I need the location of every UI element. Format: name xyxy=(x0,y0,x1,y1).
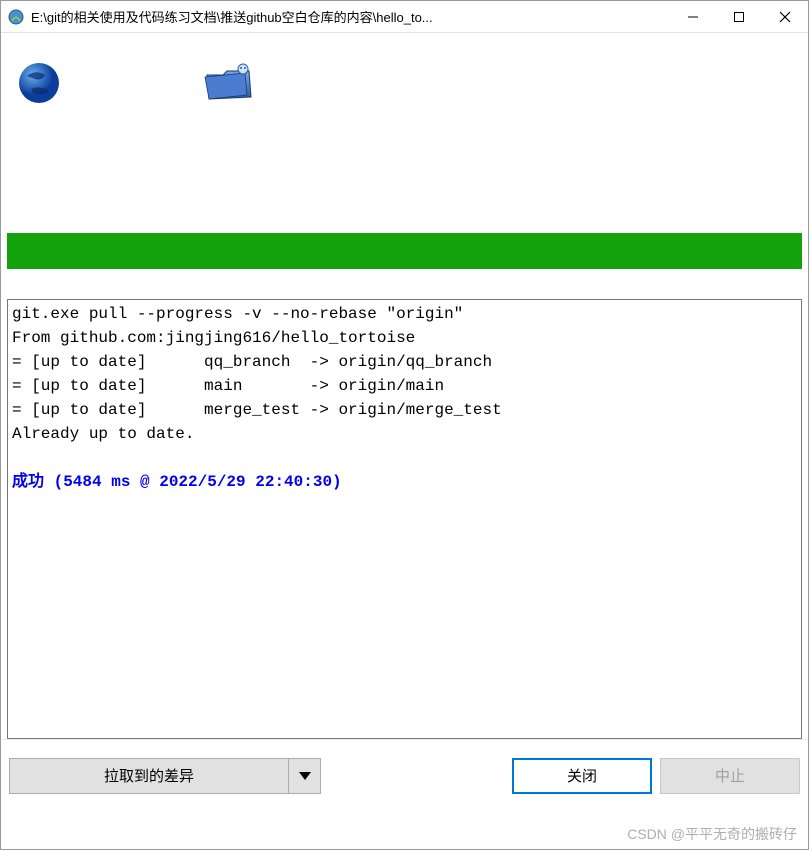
folder-network-icon xyxy=(201,61,257,105)
close-window-button[interactable] xyxy=(762,2,808,32)
abort-button: 中止 xyxy=(660,758,800,794)
output-success-line: 成功 (5484 ms @ 2022/5/29 22:40:30) xyxy=(12,473,342,491)
output-line: = [up to date] merge_test -> origin/merg… xyxy=(12,401,502,419)
app-icon xyxy=(7,8,25,26)
output-line: = [up to date] qq_branch -> origin/qq_br… xyxy=(12,353,492,371)
output-line: Already up to date. xyxy=(12,425,194,443)
maximize-button[interactable] xyxy=(716,2,762,32)
output-line: From github.com:jingjing616/hello_tortoi… xyxy=(12,329,415,347)
output-line: = [up to date] main -> origin/main xyxy=(12,377,444,395)
minimize-button[interactable] xyxy=(670,2,716,32)
output-line: git.exe pull --progress -v --no-rebase "… xyxy=(12,305,463,323)
toolbar xyxy=(1,33,808,133)
pull-diff-button-group: 拉取到的差异 xyxy=(9,758,321,794)
progress-bar xyxy=(7,233,802,269)
button-row: 拉取到的差异 关闭 中止 xyxy=(1,739,808,811)
chevron-down-icon xyxy=(299,772,311,780)
watermark-text: CSDN @平平无奇的搬砖仔 xyxy=(627,824,797,844)
close-button[interactable]: 关闭 xyxy=(512,758,652,794)
app-window: E:\git的相关使用及代码练习文档\推送github空白仓库的内容\hello… xyxy=(0,0,809,850)
globe-icon xyxy=(17,61,61,105)
output-textarea[interactable]: git.exe pull --progress -v --no-rebase "… xyxy=(7,299,802,739)
pull-diff-dropdown-button[interactable] xyxy=(289,758,321,794)
window-title: E:\git的相关使用及代码练习文档\推送github空白仓库的内容\hello… xyxy=(31,7,670,26)
titlebar-controls xyxy=(670,2,808,32)
titlebar: E:\git的相关使用及代码练习文档\推送github空白仓库的内容\hello… xyxy=(1,1,808,33)
spacer xyxy=(1,133,808,233)
spacer xyxy=(1,269,808,299)
pull-diff-button[interactable]: 拉取到的差异 xyxy=(9,758,289,794)
